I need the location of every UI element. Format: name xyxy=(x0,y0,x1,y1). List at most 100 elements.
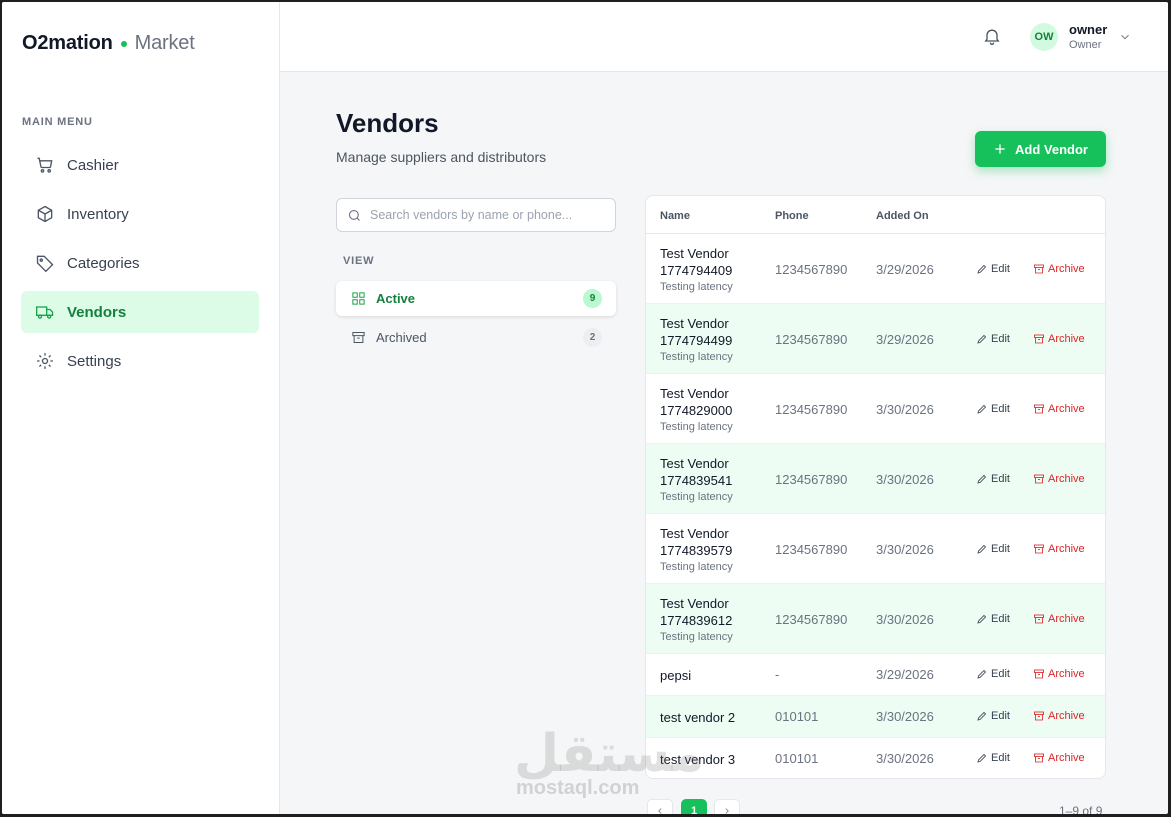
table-row[interactable]: Test Vendor 1774829000 Testing latency 123… xyxy=(646,374,1105,444)
sidebar-item-vendors[interactable]: Vendors xyxy=(21,291,259,333)
brand-dot xyxy=(120,40,127,47)
search-box[interactable] xyxy=(336,198,616,232)
vendor-name-cell: pepsi xyxy=(660,667,765,684)
edit-label: Edit xyxy=(991,473,1010,485)
archive-button[interactable]: Archive xyxy=(1033,543,1085,555)
user-avatar[interactable]: OW xyxy=(1030,23,1058,51)
column-header-added-on[interactable]: Added On xyxy=(876,210,929,222)
vendor-name-cell: Test Vendor 1774829000 Testing latency xyxy=(660,385,765,435)
view-count-badge: 2 xyxy=(583,328,602,347)
column-header-phone[interactable]: Phone xyxy=(775,210,809,222)
view-section-label: VIEW xyxy=(343,255,375,267)
cart-icon xyxy=(37,157,53,173)
chevron-right-icon xyxy=(725,808,729,814)
vendor-name: pepsi xyxy=(660,668,692,683)
edit-button[interactable]: Edit xyxy=(976,613,1010,625)
edit-label: Edit xyxy=(991,543,1010,555)
archive-box-icon xyxy=(352,332,365,343)
bell-icon xyxy=(984,29,1000,45)
pagination-page-current[interactable]: 1 xyxy=(681,799,707,814)
table-row[interactable]: Test Vendor 1774794409 Testing latency 123… xyxy=(646,234,1105,304)
vendor-name-cell: Test Vendor 1774794499 Testing latency xyxy=(660,315,765,365)
pencil-icon xyxy=(977,474,987,484)
user-menu-toggle[interactable] xyxy=(1118,30,1132,49)
archive-button[interactable]: Archive xyxy=(1033,613,1085,625)
search-input[interactable] xyxy=(370,208,610,222)
brand-suffix: Market xyxy=(134,32,195,54)
table-row[interactable]: pepsi - 3/29/2026 Edit Archive xyxy=(646,654,1105,696)
vendor-phone: 1234567890 xyxy=(775,612,848,627)
archive-button[interactable]: Archive xyxy=(1033,263,1085,275)
vendor-note: Testing latency xyxy=(660,631,733,643)
vendor-phone: 1234567890 xyxy=(775,472,848,487)
table-row[interactable]: Test Vendor 1774839612 Testing latency 123… xyxy=(646,584,1105,654)
brand-name: O2mation xyxy=(22,32,113,54)
page-subtitle: Manage suppliers and distributors xyxy=(336,149,547,165)
main-nav: Cashier Inventory Categories Vendors Set… xyxy=(21,144,259,389)
edit-button[interactable]: Edit xyxy=(976,668,1010,680)
edit-button[interactable]: Edit xyxy=(976,473,1010,485)
archive-label: Archive xyxy=(1048,613,1085,625)
pagination-prev-button[interactable] xyxy=(647,799,673,814)
vendor-added-on: 3/30/2026 xyxy=(876,542,934,557)
vendor-added-on: 3/29/2026 xyxy=(876,332,934,347)
archive-icon xyxy=(1034,404,1044,414)
edit-label: Edit xyxy=(991,613,1010,625)
column-header-name[interactable]: Name xyxy=(660,210,690,222)
archive-button[interactable]: Archive xyxy=(1033,473,1085,485)
archive-label: Archive xyxy=(1048,752,1085,764)
table-body: Test Vendor 1774794409 Testing latency 123… xyxy=(646,234,1105,778)
archive-icon xyxy=(1034,264,1044,274)
sidebar-item-settings[interactable]: Settings xyxy=(21,340,259,382)
edit-button[interactable]: Edit xyxy=(976,263,1010,275)
edit-label: Edit xyxy=(991,752,1010,764)
edit-button[interactable]: Edit xyxy=(976,543,1010,555)
pagination-info: 1–9 of 9 xyxy=(1059,804,1103,814)
vendor-phone: 010101 xyxy=(775,709,819,724)
view-archived[interactable]: Archived 2 xyxy=(336,320,616,355)
view-label-text: Archived xyxy=(376,330,427,345)
view-count-badge: 9 xyxy=(583,289,602,308)
view-active[interactable]: Active 9 xyxy=(336,281,616,316)
watermark-arabic: مستقل xyxy=(514,724,705,784)
sidebar-item-inventory[interactable]: Inventory xyxy=(21,193,259,235)
sidebar-item-categories[interactable]: Categories xyxy=(21,242,259,284)
add-vendor-button[interactable]: Add Vendor xyxy=(975,131,1106,167)
edit-button[interactable]: Edit xyxy=(976,710,1010,722)
archive-icon xyxy=(1034,544,1044,554)
table-row[interactable]: test vendor 2 010101 3/30/2026 Edit Archive xyxy=(646,696,1105,738)
vendors-table: Name Phone Added On Test Vendor 17747944… xyxy=(645,195,1106,779)
vendor-name: Test Vendor 1774839579 xyxy=(660,526,733,558)
archive-button[interactable]: Archive xyxy=(1033,333,1085,345)
edit-button[interactable]: Edit xyxy=(976,752,1010,764)
notifications-button[interactable] xyxy=(982,26,1004,48)
pencil-icon xyxy=(977,753,987,763)
edit-button[interactable]: Edit xyxy=(976,403,1010,415)
vendor-note: Testing latency xyxy=(660,421,733,433)
edit-button[interactable]: Edit xyxy=(976,333,1010,345)
table-row[interactable]: Test Vendor 1774839579 Testing latency 123… xyxy=(646,514,1105,584)
sidebar-item-cashier[interactable]: Cashier xyxy=(21,144,259,186)
archive-icon xyxy=(1034,334,1044,344)
archive-button[interactable]: Archive xyxy=(1033,752,1085,764)
archive-label: Archive xyxy=(1048,263,1085,275)
chevron-down-icon xyxy=(1121,34,1129,40)
vendor-note: Testing latency xyxy=(660,561,733,573)
table-row[interactable]: test vendor 3 010101 3/30/2026 Edit Archive xyxy=(646,738,1105,778)
archive-button[interactable]: Archive xyxy=(1033,668,1085,680)
pencil-icon xyxy=(977,404,987,414)
vendor-name-cell: Test Vendor 1774839579 Testing latency xyxy=(660,525,765,575)
vendor-name: Test Vendor 1774839541 xyxy=(660,456,733,488)
sidebar-item-label: Cashier xyxy=(67,156,119,174)
vendor-note: Testing latency xyxy=(660,281,733,293)
app-logo[interactable]: O2mation Market xyxy=(22,32,195,55)
archive-button[interactable]: Archive xyxy=(1033,403,1085,415)
table-row[interactable]: Test Vendor 1774794499 Testing latency 123… xyxy=(646,304,1105,374)
user-name[interactable]: owner xyxy=(1069,22,1107,37)
pagination-next-button[interactable] xyxy=(714,799,740,814)
archive-label: Archive xyxy=(1048,403,1085,415)
page-title: Vendors xyxy=(336,108,439,138)
app-window: O2mation Market MAIN MENU Cashier Invent… xyxy=(2,2,1168,814)
archive-button[interactable]: Archive xyxy=(1033,710,1085,722)
table-row[interactable]: Test Vendor 1774839541 Testing latency 123… xyxy=(646,444,1105,514)
